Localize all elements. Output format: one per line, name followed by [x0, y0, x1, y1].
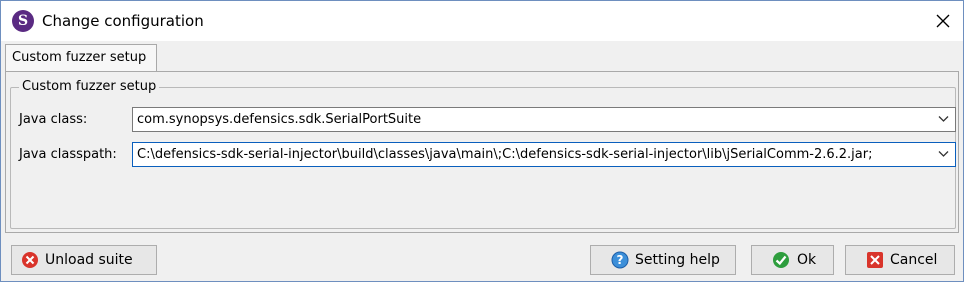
svg-text:?: ?: [617, 253, 624, 267]
window-title: Change configuration: [42, 12, 204, 30]
java-classpath-value: C:\defensics-sdk-serial-injector\build\c…: [137, 147, 873, 162]
tab-custom-fuzzer-setup[interactable]: Custom fuzzer setup: [5, 44, 157, 72]
green-check-icon: [773, 252, 789, 268]
java-classpath-label: Java classpath:: [19, 147, 117, 162]
close-icon: [936, 14, 950, 28]
java-class-label: Java class:: [19, 112, 88, 127]
close-button[interactable]: [927, 6, 959, 36]
ok-button[interactable]: Ok: [751, 245, 834, 275]
red-x-square-icon: [867, 252, 883, 268]
setting-help-button[interactable]: ? Setting help: [590, 245, 736, 275]
chevron-down-icon[interactable]: [938, 115, 949, 123]
change-configuration-dialog: S Change configuration Custom fuzzer set…: [0, 0, 964, 282]
setting-help-label: Setting help: [635, 252, 720, 268]
tab-strip: Custom fuzzer setup: [1, 41, 963, 72]
title-bar[interactable]: S Change configuration: [1, 1, 963, 41]
help-question-icon: ?: [611, 251, 629, 269]
java-classpath-combo[interactable]: C:\defensics-sdk-serial-injector\build\c…: [132, 142, 956, 167]
java-class-value: com.synopsys.defensics.sdk.SerialPortSui…: [137, 112, 422, 127]
unload-suite-button[interactable]: Unload suite: [11, 245, 157, 275]
custom-fuzzer-setup-group: Custom fuzzer setup Java class: com.syno…: [10, 79, 956, 229]
group-title: Custom fuzzer setup: [19, 79, 160, 94]
cancel-label: Cancel: [890, 252, 938, 268]
tab-label: Custom fuzzer setup: [12, 50, 147, 65]
tab-panel: Custom fuzzer setup Java class: com.syno…: [5, 71, 959, 233]
java-class-combo[interactable]: com.synopsys.defensics.sdk.SerialPortSui…: [132, 107, 956, 132]
ok-label: Ok: [797, 252, 817, 268]
chevron-down-icon[interactable]: [938, 150, 949, 158]
synopsys-logo-icon: S: [12, 10, 34, 32]
red-x-circle-icon: [22, 252, 38, 268]
cancel-button[interactable]: Cancel: [845, 245, 955, 275]
unload-suite-label: Unload suite: [45, 252, 133, 268]
